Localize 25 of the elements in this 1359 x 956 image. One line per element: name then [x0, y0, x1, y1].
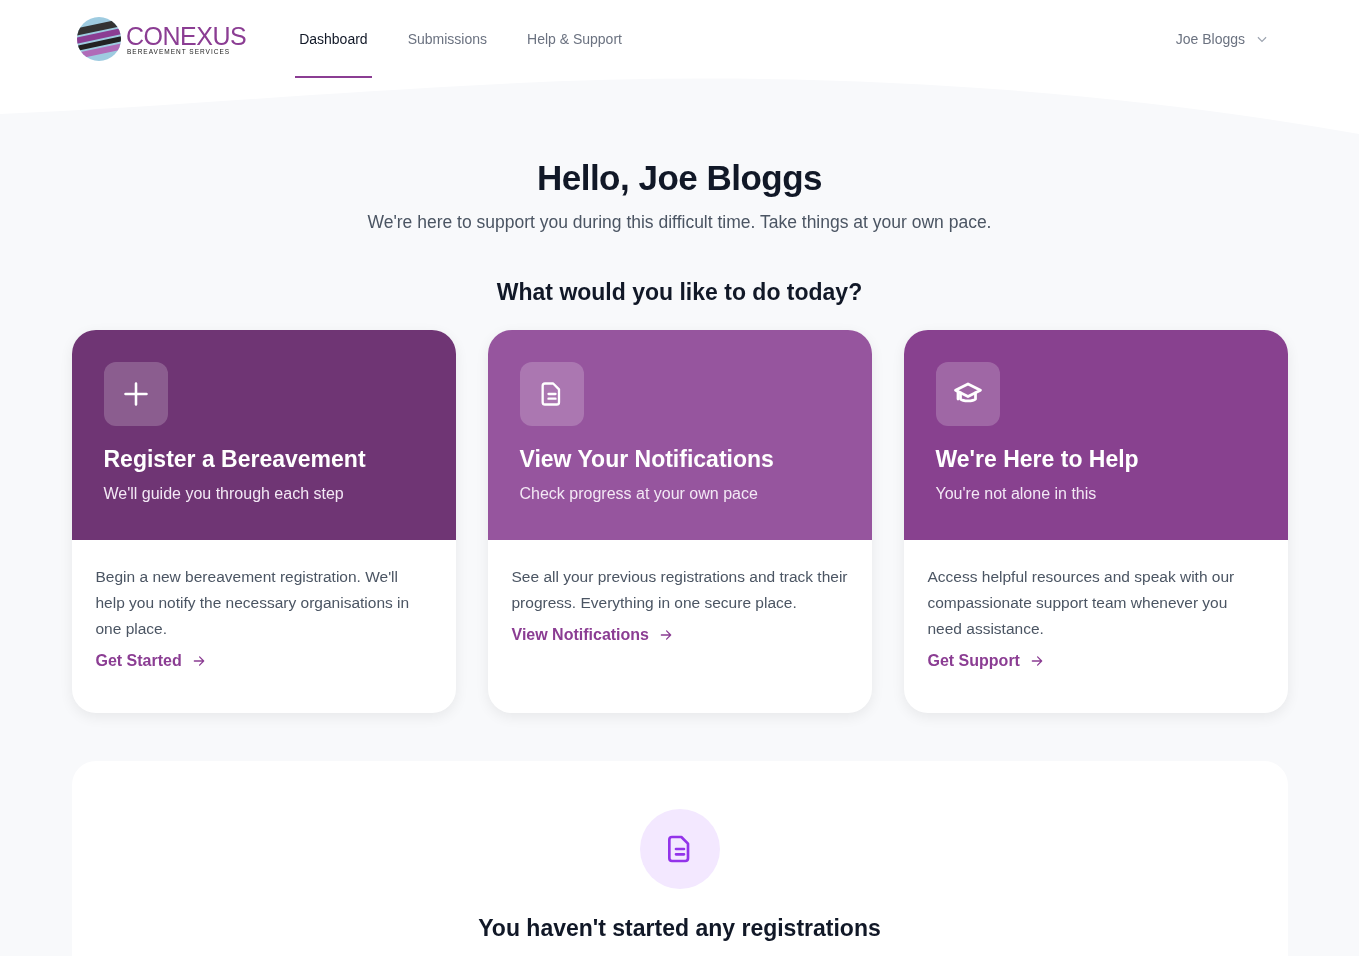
empty-state-title: You haven't started any registrations — [478, 915, 881, 942]
card-description: Begin a new bereavement registration. We'll help you notify the necessary organisations in one place. — [95, 567, 411, 639]
nav-tab[interactable]: Submissions — [403, 0, 491, 78]
card-subtitle: We'll guide you through each step — [103, 485, 345, 503]
section-title: What would you like to do today? — [496, 279, 863, 306]
card-link[interactable]: Get Started — [95, 652, 206, 670]
logo-globe-icon — [76, 16, 122, 62]
card-title: View Your Notifications — [519, 446, 775, 473]
card-link[interactable]: Get Support — [927, 652, 1044, 670]
brand-name: CONEXUS — [126, 23, 247, 48]
nav-tab[interactable]: Help & Support — [523, 0, 626, 78]
greeting-title: Hello, Joe Bloggs — [536, 158, 823, 198]
arrow-right-icon — [659, 628, 673, 642]
arrow-right-icon — [191, 654, 206, 668]
card-link[interactable]: View Notifications — [511, 626, 673, 644]
card-subtitle: Check progress at your own pace — [519, 485, 759, 503]
user-menu-button[interactable]: Joe Bloggs — [1175, 31, 1269, 47]
card-title: Register a Bereavement — [103, 446, 367, 473]
plus-icon — [121, 380, 150, 408]
card-description: See all your previous registrations and track their progress. Everything in one secure place. — [511, 567, 848, 613]
card-description: Access helpful resources and speak with our compassionate support team whenever you need assistance. — [927, 567, 1236, 639]
card-title: We're Here to Help — [935, 446, 1140, 473]
arrow-right-icon — [1029, 654, 1044, 668]
greeting-subtitle: We're here to support you during this difficult time. Take things at your own pace. — [367, 212, 992, 233]
card-subtitle: You're not alone in this — [935, 485, 1098, 503]
